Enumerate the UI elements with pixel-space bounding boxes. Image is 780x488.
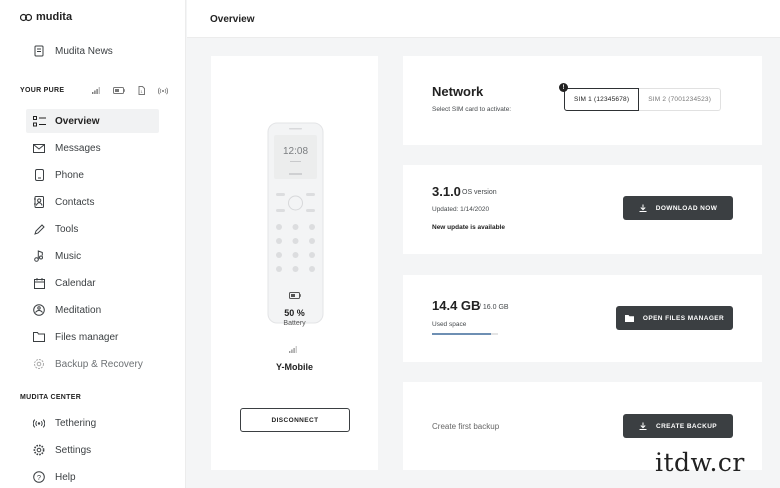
sidebar-item-tethering[interactable]: Tethering <box>26 411 159 435</box>
used-space-label: Used space <box>432 321 467 328</box>
mudita-logo-icon <box>20 13 32 21</box>
header: Overview <box>187 0 780 38</box>
sidebar-item-label: Backup & Recovery <box>55 358 143 370</box>
news-icon <box>32 44 46 58</box>
envelope-icon <box>32 141 46 155</box>
sidebar-item-mudita-news[interactable]: Mudita News <box>26 39 159 63</box>
sidebar-item-meditation[interactable]: Meditation <box>26 298 159 322</box>
mudita-logo[interactable]: mudita <box>20 11 72 23</box>
sidebar-item-phone[interactable]: Phone <box>26 163 159 187</box>
storage-card: 14.4 GB / 16.0 GB Used space OPEN FILES … <box>403 275 762 362</box>
phone-icon <box>32 168 46 182</box>
sidebar-item-label: Calendar <box>55 277 96 289</box>
storage-progress-fill <box>432 333 492 335</box>
battery-icon <box>289 292 301 299</box>
sidebar-item-calendar[interactable]: Calendar <box>26 271 159 295</box>
signal-icon <box>289 346 297 353</box>
storage-progress-bar <box>432 333 498 335</box>
mudita-center-title: MUDITA CENTER <box>20 394 82 401</box>
sidebar-item-settings[interactable]: Settings <box>26 438 159 462</box>
disconnect-button[interactable]: DISCONNECT <box>240 408 350 432</box>
backup-status-text: Create first backup <box>432 422 500 431</box>
backup-gear-icon <box>32 357 46 371</box>
network-title: Network <box>432 84 484 99</box>
folder-icon <box>624 314 634 322</box>
battery-icon <box>113 87 125 94</box>
watermark-text: itdw.cr <box>655 448 745 477</box>
download-now-label: DOWNLOAD NOW <box>655 204 718 212</box>
total-storage: / 16.0 GB <box>479 304 509 311</box>
network-card: Network Select SIM card to activate: SIM… <box>403 56 762 145</box>
sidebar: mudita Mudita News YOUR PURE 1 Overview … <box>0 0 186 488</box>
help-icon: ? <box>32 470 46 484</box>
sidebar-item-label: Mudita News <box>55 45 113 57</box>
create-backup-button[interactable]: CREATE BACKUP <box>623 414 733 438</box>
sidebar-item-backup-recovery[interactable]: Backup & Recovery <box>26 352 159 376</box>
page-title: Overview <box>210 14 255 25</box>
tethering-icon <box>32 416 46 430</box>
sidebar-item-messages[interactable]: Messages <box>26 136 159 160</box>
sidebar-item-label: Files manager <box>55 331 119 343</box>
device-status-icons: 1 <box>92 86 168 95</box>
music-note-icon <box>32 249 46 263</box>
open-files-manager-button[interactable]: OPEN FILES MANAGER <box>616 306 733 330</box>
sidebar-item-overview[interactable]: Overview <box>26 109 159 133</box>
os-card: 3.1.0 OS version Updated: 1/14/2020 New … <box>403 165 762 254</box>
gear-icon <box>32 443 46 457</box>
create-backup-label: CREATE BACKUP <box>655 422 718 430</box>
open-files-manager-label: OPEN FILES MANAGER <box>642 314 725 322</box>
sidebar-item-label: Meditation <box>55 304 102 316</box>
sim-2-button[interactable]: SIM 2 (7001234523) <box>639 88 722 111</box>
your-pure-title: YOUR PURE <box>20 87 65 94</box>
sidebar-item-label: Music <box>55 250 82 262</box>
logo-text: mudita <box>36 11 73 23</box>
download-now-button[interactable]: DOWNLOAD NOW <box>623 196 733 220</box>
os-version-number: 3.1.0 <box>432 184 461 199</box>
svg-text:1: 1 <box>140 89 143 94</box>
sidebar-item-contacts[interactable]: Contacts <box>26 190 159 214</box>
sidebar-item-music[interactable]: Music <box>26 244 159 268</box>
download-icon <box>639 422 647 430</box>
sidebar-item-label: Contacts <box>55 196 95 208</box>
signal-icon <box>92 87 100 94</box>
sidebar-item-files-manager[interactable]: Files manager <box>26 325 159 349</box>
sidebar-item-label: Messages <box>55 142 101 154</box>
network-subtitle: Select SIM card to activate: <box>432 106 512 113</box>
tethering-status-icon <box>158 87 168 94</box>
sim-selector: SIM 1 (12345678) SIM 2 (7001234523) <box>564 88 722 111</box>
battery-label: Battery <box>283 320 306 327</box>
used-storage: 14.4 GB <box>432 298 481 313</box>
update-available-note: New update is available <box>432 224 505 231</box>
contacts-icon <box>32 195 46 209</box>
meditation-icon <box>32 303 46 317</box>
sim-1-button[interactable]: SIM 1 (12345678) <box>564 88 640 111</box>
sidebar-item-label: Overview <box>55 115 100 127</box>
sidebar-item-label: Help <box>55 471 76 483</box>
battery-value: 50 % <box>284 308 305 318</box>
sim-icon: 1 <box>138 86 145 95</box>
svg-text:?: ? <box>37 473 41 482</box>
pencil-icon <box>32 222 46 236</box>
sidebar-item-help[interactable]: ? Help <box>26 465 159 488</box>
network-operator: Y-Mobile <box>275 362 313 372</box>
sim-alert-badge: ! <box>559 83 568 92</box>
phone-card: 12:08 50 % Battery Y-Mobile DISCONNECT <box>211 56 378 470</box>
calendar-icon <box>32 276 46 290</box>
sidebar-item-label: Tools <box>55 223 79 235</box>
os-version-label: OS version <box>462 189 497 196</box>
phone-clock: 12:08 <box>283 146 308 157</box>
sidebar-item-label: Tethering <box>55 417 97 429</box>
sidebar-item-label: Settings <box>55 444 92 456</box>
folder-icon <box>32 330 46 344</box>
download-icon <box>639 204 647 212</box>
os-updated-date: Updated: 1/14/2020 <box>432 206 490 213</box>
sidebar-item-label: Phone <box>55 169 84 181</box>
overview-icon <box>32 114 46 128</box>
sidebar-item-tools[interactable]: Tools <box>26 217 159 241</box>
